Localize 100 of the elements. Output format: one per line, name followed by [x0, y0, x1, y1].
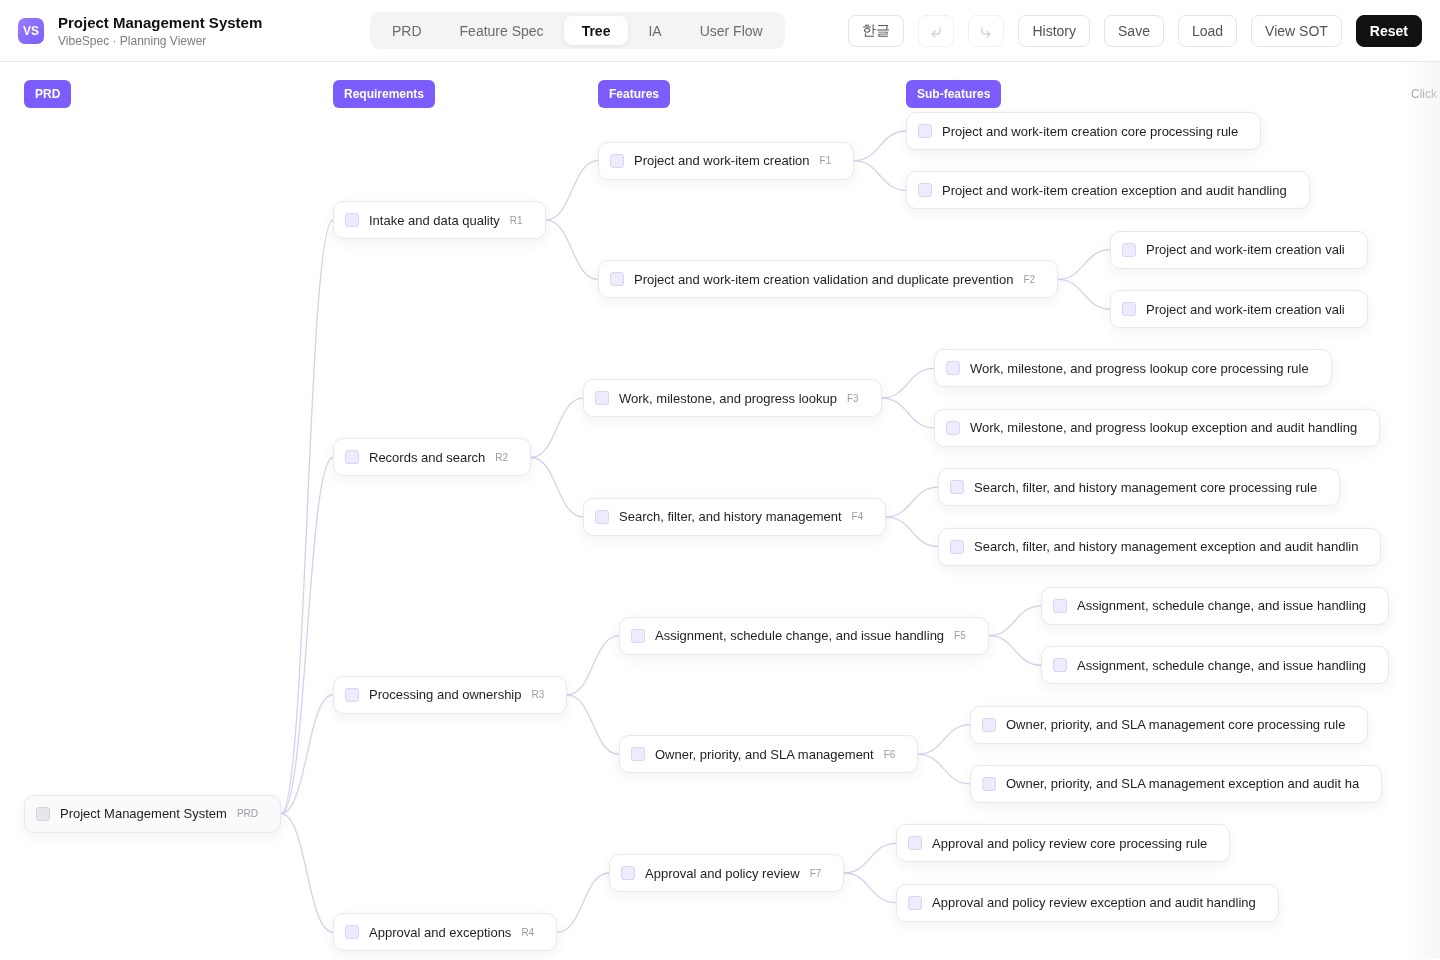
connector-line — [566, 694, 620, 755]
checkbox[interactable] — [36, 806, 50, 821]
connector-line — [853, 160, 907, 191]
tree-node[interactable]: Approval and policy review exception and audit handling — [896, 883, 1279, 922]
tree-node[interactable]: Assignment, schedule change, and issue handling — [1041, 586, 1390, 625]
checkbox[interactable] — [1053, 598, 1067, 613]
connector-line — [881, 397, 935, 429]
toolbar-button[interactable]: Load — [1177, 14, 1238, 47]
node-label: Work, milestone, and progress lookup exception and audit handling — [970, 420, 1358, 436]
toolbar-button[interactable]: View SOT — [1251, 14, 1342, 47]
connector-line — [988, 634, 1042, 666]
app-logo: VS — [18, 17, 44, 44]
tree-node[interactable]: Processing and ownership R3 — [333, 675, 568, 714]
connector-line — [1057, 278, 1111, 310]
checkbox[interactable] — [345, 213, 359, 228]
node-code: F5 — [954, 630, 966, 642]
checkbox[interactable] — [950, 480, 964, 495]
node-label: Approval and policy review exception and audit handling — [932, 895, 1256, 911]
hint-text: Click — [1411, 87, 1437, 101]
checkbox[interactable] — [610, 272, 624, 287]
checkbox[interactable] — [950, 539, 964, 554]
connector-line — [843, 842, 897, 874]
connector-line — [843, 872, 897, 904]
checkbox[interactable] — [610, 153, 624, 168]
checkbox[interactable] — [631, 747, 645, 762]
column-header: PRD — [24, 80, 72, 108]
checkbox[interactable] — [982, 776, 996, 791]
node-code: F2 — [1023, 273, 1036, 285]
node-code: R1 — [509, 214, 523, 226]
view-tab[interactable]: PRD — [374, 16, 440, 45]
toolbar-button[interactable]: History — [1018, 14, 1090, 47]
checkbox[interactable] — [946, 361, 960, 376]
checkbox[interactable] — [345, 687, 359, 702]
tree-node[interactable]: Project and work-item creation vali — [1110, 290, 1368, 329]
view-tab[interactable]: IA — [630, 16, 680, 45]
column-header: Requirements — [333, 80, 436, 108]
tree-node[interactable]: Approval and policy review core processing rule — [896, 824, 1231, 863]
tree-node[interactable]: Search, filter, and history management exception and audit handlin — [938, 527, 1382, 566]
column-header: Features — [598, 80, 671, 108]
checkbox[interactable] — [345, 450, 359, 465]
tree-node[interactable]: Project and work-item creation F1 — [598, 141, 855, 180]
node-label: Project and work-item creation validation and duplicate prevention — [634, 271, 1014, 287]
checkbox[interactable] — [946, 420, 960, 435]
tree-node[interactable]: Approval and exceptions R4 — [333, 913, 558, 952]
checkbox[interactable] — [631, 628, 645, 643]
node-code: PRD — [236, 808, 259, 820]
node-label: Work, milestone, and progress lookup core processing rule — [970, 360, 1309, 376]
tree-node[interactable]: Intake and data quality R1 — [333, 201, 546, 240]
view-tab[interactable]: Tree — [563, 16, 629, 45]
checkbox[interactable] — [621, 866, 635, 880]
tree-node[interactable]: Project Management System PRD — [24, 794, 282, 833]
node-label: Search, filter, and history management exception and audit handlin — [974, 539, 1359, 554]
checkbox[interactable] — [918, 183, 932, 198]
column-header: Sub-features — [906, 80, 1002, 108]
node-label: Approval and policy review core processing rule — [932, 835, 1208, 851]
tree-node[interactable]: Work, milestone, and progress lookup F3 — [583, 379, 882, 418]
tree-node[interactable]: Owner, priority, and SLA management core processing rule — [970, 705, 1369, 744]
checkbox[interactable] — [918, 124, 932, 138]
tree-node[interactable]: Assignment, schedule change, and issue handling F5 — [619, 616, 989, 655]
tree-node[interactable]: Work, milestone, and progress lookup exception and audit handling — [934, 408, 1381, 447]
checkbox[interactable] — [908, 836, 922, 851]
node-label: Assignment, schedule change, and issue handling — [1077, 657, 1367, 673]
checkbox[interactable] — [595, 509, 609, 524]
tree-node[interactable]: Assignment, schedule change, and issue handling — [1041, 646, 1390, 685]
node-code: F6 — [883, 748, 896, 760]
reset-button[interactable]: Reset — [1355, 14, 1422, 47]
tree-node[interactable]: Project and work-item creation vali — [1110, 230, 1368, 269]
app-subtitle: VibeSpec · Planning Viewer — [58, 33, 208, 48]
toolbar-button[interactable]: 한글 — [848, 14, 905, 47]
tree-node[interactable]: Owner, priority, and SLA management exception and audit ha — [970, 764, 1383, 803]
checkbox[interactable] — [982, 717, 996, 732]
checkbox[interactable] — [1053, 658, 1067, 673]
tree-node[interactable]: Work, milestone, and progress lookup core processing rule — [934, 349, 1332, 388]
checkbox[interactable] — [1122, 242, 1136, 257]
tree-node[interactable]: Search, filter, and history management F4 — [583, 497, 887, 536]
toolbar-button[interactable]: Save — [1104, 14, 1164, 47]
checkbox[interactable] — [345, 925, 359, 940]
checkbox[interactable] — [595, 391, 609, 406]
node-code: R3 — [531, 689, 545, 701]
node-label: Project and work-item creation core processing rule — [942, 123, 1239, 139]
node-label: Search, filter, and history management core processing rule — [974, 479, 1318, 495]
connector-line — [917, 723, 971, 755]
connector-line — [566, 634, 620, 696]
tree-node[interactable]: Approval and policy review F7 — [609, 854, 845, 892]
tree-node[interactable]: Records and search R2 — [333, 438, 532, 477]
view-tab[interactable]: User Flow — [681, 16, 781, 45]
node-label: Processing and ownership — [369, 687, 522, 703]
node-code: F4 — [851, 511, 864, 523]
tree-node[interactable]: Project and work-item creation validation and duplicate prevention F2 — [598, 260, 1059, 299]
checkbox[interactable] — [908, 895, 922, 910]
checkbox[interactable] — [1122, 302, 1136, 317]
view-tab[interactable]: Feature Spec — [441, 16, 562, 45]
node-label: Approval and policy review — [645, 865, 800, 881]
node-code: F1 — [819, 155, 832, 167]
node-label: Owner, priority, and SLA management core processing rule — [1006, 717, 1346, 733]
tree-node[interactable]: Project and work-item creation exception and audit handling — [906, 171, 1310, 210]
tree-node[interactable]: Search, filter, and history management core processing rule — [938, 468, 1341, 507]
app-title: Project Management System — [58, 13, 263, 31]
tree-node[interactable]: Owner, priority, and SLA management F6 — [619, 735, 919, 774]
tree-node[interactable]: Project and work-item creation core processing rule — [906, 112, 1262, 150]
